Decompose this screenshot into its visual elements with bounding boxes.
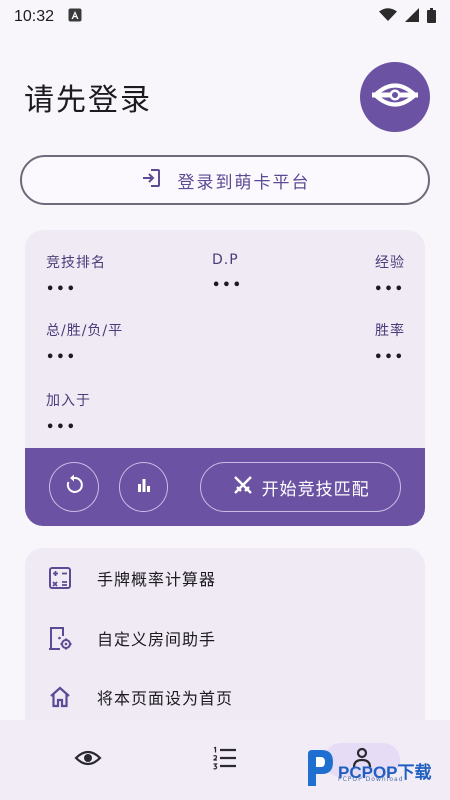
stat-rank-value: ••• bbox=[46, 282, 77, 297]
home-icon bbox=[47, 684, 73, 710]
menu-item-set-homepage[interactable]: 将本页面设为首页 bbox=[25, 673, 425, 721]
watermark-subtext: PCPOP Download bbox=[338, 776, 404, 783]
swords-icon bbox=[232, 474, 254, 501]
stat-exp-value: ••• bbox=[374, 282, 405, 297]
stats-card: 竞技排名 ••• D.P ••• 经验 ••• 总/胜/负/平 ••• 胜率 •… bbox=[25, 230, 425, 526]
stat-dp-value: ••• bbox=[212, 278, 243, 293]
eye-icon bbox=[372, 80, 418, 114]
stat-dp-label: D.P bbox=[212, 252, 239, 268]
stat-winrate-value: ••• bbox=[374, 350, 405, 365]
signal-icon bbox=[405, 8, 419, 26]
notification-a-icon bbox=[68, 8, 82, 26]
tools-menu: 手牌概率计算器 自定义房间助手 将本页面设为首页 bbox=[25, 548, 425, 748]
stat-dp: D.P ••• bbox=[212, 252, 243, 293]
stat-exp-label: 经验 bbox=[375, 255, 405, 271]
list-icon bbox=[212, 746, 238, 774]
stat-winrate: 胜率 ••• bbox=[374, 320, 405, 365]
stats-chart-button[interactable] bbox=[118, 462, 169, 512]
start-match-button[interactable]: 开始竞技匹配 bbox=[200, 462, 401, 512]
stat-record-label: 总/胜/负/平 bbox=[46, 323, 124, 339]
refresh-icon bbox=[63, 474, 85, 500]
stat-joined: 加入于 ••• bbox=[46, 390, 91, 435]
stat-rank-label: 竞技排名 bbox=[46, 255, 106, 271]
watermark: PCPOP下载 PCPOP Download bbox=[302, 748, 444, 792]
start-match-label: 开始竞技匹配 bbox=[261, 479, 370, 500]
wifi-icon bbox=[379, 8, 397, 26]
login-icon bbox=[140, 167, 162, 194]
stat-record-value: ••• bbox=[46, 350, 77, 365]
menu-item-label: 手牌概率计算器 bbox=[97, 570, 217, 589]
menu-item-room-assistant[interactable]: 自定义房间助手 bbox=[25, 614, 425, 662]
login-button[interactable]: 登录到萌卡平台 bbox=[20, 155, 430, 205]
refresh-button[interactable] bbox=[49, 462, 99, 512]
login-label: 登录到萌卡平台 bbox=[177, 172, 311, 193]
status-time: 10:32 bbox=[14, 8, 55, 25]
calculator-icon bbox=[47, 565, 73, 591]
stat-winrate-label: 胜率 bbox=[375, 323, 405, 339]
battery-icon bbox=[427, 7, 436, 27]
stat-joined-label: 加入于 bbox=[46, 393, 91, 409]
stat-exp: 经验 ••• bbox=[374, 252, 405, 297]
stat-record: 总/胜/负/平 ••• bbox=[46, 320, 123, 365]
menu-item-label: 自定义房间助手 bbox=[97, 630, 217, 649]
room-settings-icon bbox=[47, 625, 73, 651]
avatar[interactable] bbox=[360, 62, 430, 132]
status-bar: 10:32 bbox=[0, 0, 450, 34]
eye-icon bbox=[74, 748, 102, 772]
watermark-logo-icon bbox=[302, 748, 336, 792]
menu-item-probability-calculator[interactable]: 手牌概率计算器 bbox=[25, 554, 425, 602]
header: 请先登录 bbox=[24, 62, 430, 132]
action-bar: 开始竞技匹配 bbox=[25, 448, 425, 526]
stat-rank: 竞技排名 ••• bbox=[46, 252, 106, 297]
menu-item-label: 将本页面设为首页 bbox=[97, 689, 234, 708]
nav-item-watch[interactable] bbox=[50, 743, 126, 777]
stat-joined-value: ••• bbox=[46, 420, 77, 435]
nav-item-list[interactable] bbox=[187, 743, 263, 777]
page-title: 请先登录 bbox=[24, 83, 152, 118]
bar-chart-icon bbox=[134, 475, 154, 499]
